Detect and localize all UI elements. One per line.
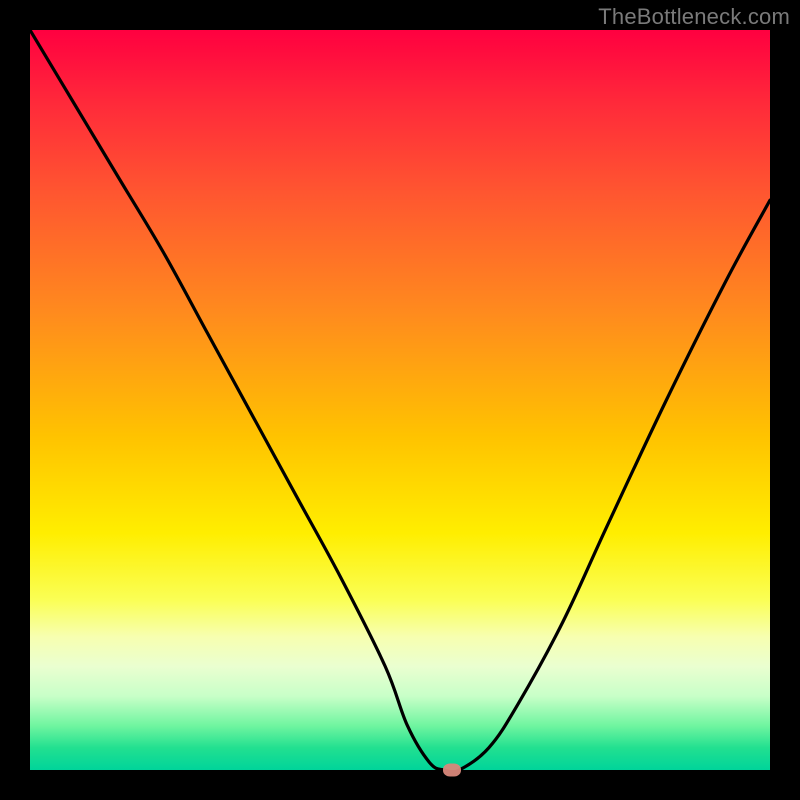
chart-frame: TheBottleneck.com	[0, 0, 800, 800]
watermark-text: TheBottleneck.com	[598, 4, 790, 30]
bottleneck-curve	[30, 30, 770, 770]
plot-area	[30, 30, 770, 770]
optimal-marker	[443, 764, 461, 777]
